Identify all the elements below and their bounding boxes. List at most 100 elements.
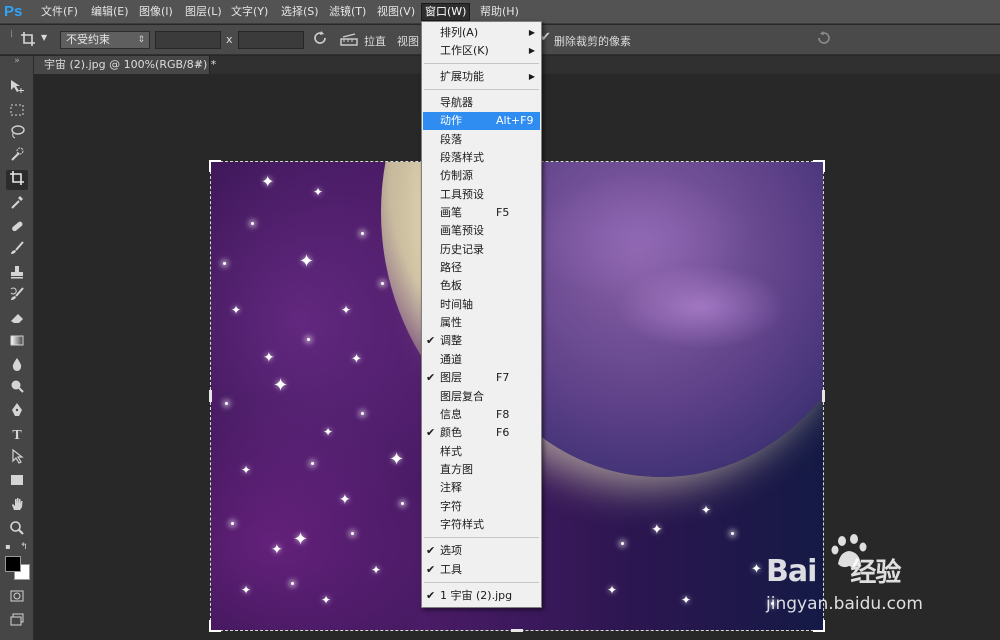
dodge-tool-icon[interactable]	[6, 378, 28, 398]
menu-view[interactable]: 视图(V)	[374, 4, 418, 20]
window-menu-item[interactable]: 工作区(K) ▶	[423, 42, 540, 60]
star-dot	[351, 532, 354, 535]
star-sparkle: ✦	[651, 522, 663, 538]
star-sparkle: ✦	[751, 562, 762, 577]
window-menu-item[interactable]: 色板	[423, 277, 540, 295]
window-menu-item[interactable]: ✔ 1 宇宙 (2).jpg	[423, 587, 540, 605]
window-menu-item[interactable]: ✔ 选项	[423, 542, 540, 560]
screen-mode-icon[interactable]	[6, 612, 28, 632]
blur-tool-icon[interactable]	[6, 356, 28, 376]
menu-file[interactable]: 文件(F)	[38, 4, 81, 20]
menu-help[interactable]: 帮助(H)	[477, 4, 522, 20]
healing-brush-tool-icon[interactable]	[6, 218, 28, 238]
swap-dimensions-icon[interactable]	[312, 30, 328, 50]
close-tab-icon[interactable]: ×	[195, 56, 203, 74]
brush-tool-icon[interactable]	[6, 240, 28, 260]
window-menu-item[interactable]: 历史记录	[423, 241, 540, 259]
window-menu-item[interactable]: 信息 F8	[423, 406, 540, 424]
menu-filter[interactable]: 滤镜(T)	[326, 4, 369, 20]
window-menu-item[interactable]: 仿制源	[423, 167, 540, 185]
swap-colors-icon[interactable]: ↰	[18, 542, 30, 552]
window-menu-item[interactable]: 样式	[423, 443, 540, 461]
menu-edit[interactable]: 编辑(E)	[88, 4, 132, 20]
hand-tool-icon[interactable]	[6, 496, 28, 516]
watermark-brand: Bai 经验	[766, 554, 901, 589]
quick-select-tool-icon[interactable]	[6, 146, 28, 166]
star-sparkle: ✦	[681, 593, 692, 607]
window-menu-item[interactable]: ✔ 颜色 F6	[423, 424, 540, 442]
crop-preset-icon[interactable]	[20, 31, 36, 51]
rectangle-tool-icon[interactable]	[6, 472, 28, 492]
default-colors-icon[interactable]: ▪	[3, 542, 13, 552]
window-menu-item[interactable]: 通道	[423, 351, 540, 369]
window-menu-item[interactable]: 扩展功能 ▶	[423, 68, 540, 86]
star-sparkle: ✦	[341, 303, 352, 317]
window-menu-item[interactable]: 画笔预设	[423, 222, 540, 240]
window-menu-item-actions[interactable]: 动作 Alt+F9	[423, 112, 540, 130]
document-tab[interactable]: 宇宙 (2).jpg @ 100%(RGB/8#) * ×	[34, 56, 216, 74]
menu-image[interactable]: 图像(I)	[136, 4, 176, 20]
move-tool-icon[interactable]	[6, 78, 28, 98]
marquee-tool-icon[interactable]	[6, 102, 28, 122]
toolbox-collapse-icon[interactable]: »	[6, 56, 28, 66]
menu-window[interactable]: 窗口(W)	[421, 3, 471, 21]
window-menu-item[interactable]: 路径	[423, 259, 540, 277]
preset-dropdown-icon[interactable]: ▼	[41, 33, 47, 42]
crop-height-input[interactable]	[238, 31, 304, 49]
panel-grip-icon: ⁞	[10, 29, 14, 40]
window-menu-item[interactable]: 注释	[423, 479, 540, 497]
star-sparkle: ✦	[231, 303, 242, 317]
gradient-tool-icon[interactable]	[6, 332, 28, 352]
window-menu-item[interactable]: ✔ 调整	[423, 332, 540, 350]
foreground-color-swatch[interactable]	[5, 556, 21, 572]
window-menu-item[interactable]: 段落	[423, 131, 540, 149]
window-menu-item[interactable]: 画笔 F5	[423, 204, 540, 222]
path-select-tool-icon[interactable]	[6, 448, 28, 468]
eyedropper-tool-icon[interactable]	[6, 194, 28, 214]
crop-ratio-select[interactable]: 不受约束 ⇕	[60, 31, 150, 49]
star-sparkle: ✦	[261, 172, 275, 191]
window-menu-item[interactable]: 导航器	[423, 94, 540, 112]
window-menu-item[interactable]: 段落样式	[423, 149, 540, 167]
star-dot	[311, 462, 314, 465]
crop-width-input[interactable]	[155, 31, 221, 49]
zoom-tool-icon[interactable]	[6, 520, 28, 540]
window-menu-item[interactable]: 时间轴	[423, 296, 540, 314]
reset-icon[interactable]	[816, 30, 832, 50]
clone-stamp-tool-icon[interactable]	[6, 264, 28, 284]
window-menu-item[interactable]: 属性	[423, 314, 540, 332]
menu-separator	[424, 89, 539, 90]
menu-layer[interactable]: 图层(L)	[182, 4, 225, 20]
check-icon: ✔	[426, 371, 436, 384]
quick-mask-icon[interactable]	[6, 588, 28, 608]
lasso-tool-icon[interactable]	[6, 124, 28, 144]
window-menu-item[interactable]: 字符样式	[423, 516, 540, 534]
menu-type[interactable]: 文字(Y)	[228, 4, 271, 20]
eraser-tool-icon[interactable]	[6, 310, 28, 330]
window-menu-item[interactable]: 字符	[423, 498, 540, 516]
history-brush-tool-icon[interactable]	[6, 286, 28, 306]
crop-ratio-value: 不受约束	[66, 33, 110, 46]
type-tool-icon[interactable]: T	[6, 426, 28, 446]
menu-select[interactable]: 选择(S)	[278, 4, 322, 20]
star-dot	[225, 402, 228, 405]
window-menu-item[interactable]: 直方图	[423, 461, 540, 479]
window-menu-item[interactable]: 工具预设	[423, 186, 540, 204]
window-menu-item[interactable]: 排列(A) ▶	[423, 24, 540, 42]
times-sign: x	[226, 33, 233, 46]
star-dot	[381, 282, 384, 285]
check-icon: ✔	[426, 589, 436, 602]
toolbox: » T ▪ ↰	[0, 56, 34, 640]
straighten-icon[interactable]	[340, 31, 358, 51]
straighten-label[interactable]: 拉直	[364, 33, 386, 49]
window-menu-item[interactable]: ✔ 图层 F7	[423, 369, 540, 387]
window-menu-item[interactable]: ✔ 工具	[423, 561, 540, 579]
check-icon: ✔	[426, 563, 436, 576]
pen-tool-icon[interactable]	[6, 402, 28, 422]
star-dot	[361, 412, 364, 415]
star-sparkle: ✦	[273, 375, 289, 396]
star-dot	[231, 522, 234, 525]
window-menu-item[interactable]: 图层复合	[423, 388, 540, 406]
view-label[interactable]: 视图	[397, 33, 419, 49]
crop-tool-icon[interactable]	[6, 170, 28, 190]
